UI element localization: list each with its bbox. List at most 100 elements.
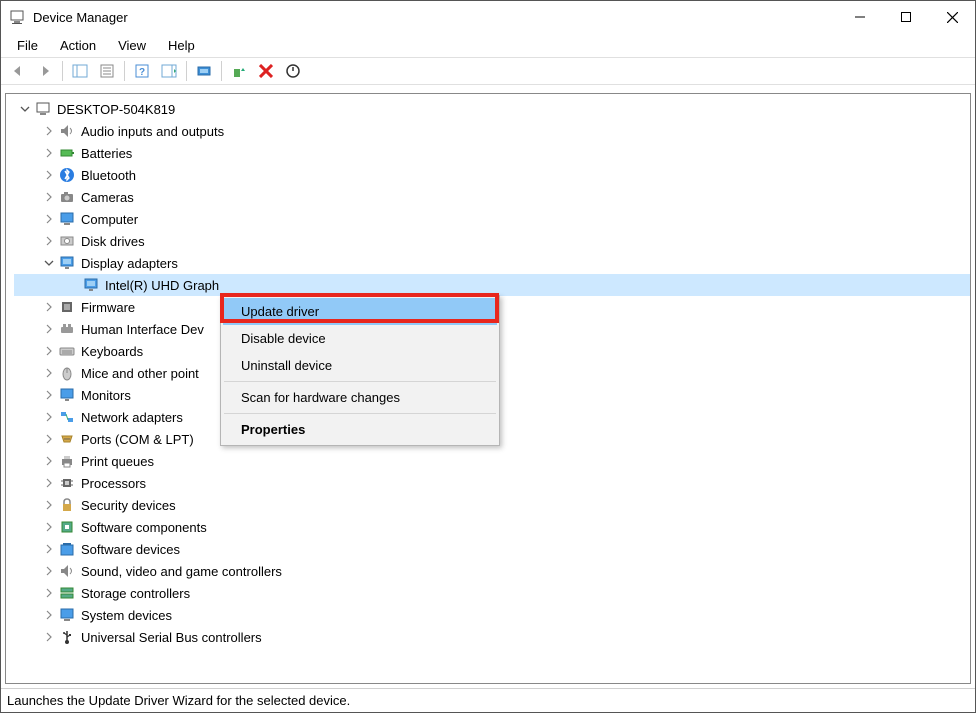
tree-category-batteries[interactable]: Batteries (14, 142, 970, 164)
chevron-right-icon[interactable] (42, 432, 56, 446)
tree-label: Human Interface Dev (81, 322, 204, 337)
tree-category-cameras[interactable]: Cameras (14, 186, 970, 208)
chevron-right-icon[interactable] (42, 344, 56, 358)
chevron-right-icon[interactable] (42, 168, 56, 182)
chevron-right-icon[interactable] (42, 564, 56, 578)
app-icon (9, 9, 25, 25)
tree-category-bluetooth[interactable]: Bluetooth (14, 164, 970, 186)
context-menu-scan-hardware[interactable]: Scan for hardware changes (223, 384, 497, 411)
context-menu-disable-device[interactable]: Disable device (223, 325, 497, 352)
context-menu-update-driver[interactable]: Update driver (223, 298, 497, 325)
chevron-right-icon[interactable] (42, 454, 56, 468)
camera-icon (58, 188, 76, 206)
chevron-right-icon[interactable] (42, 388, 56, 402)
menu-view[interactable]: View (108, 36, 156, 55)
chevron-down-icon[interactable] (42, 256, 56, 270)
tree-category-storage-controllers[interactable]: Storage controllers (14, 582, 970, 604)
tree-label: Bluetooth (81, 168, 136, 183)
toolbar-separator (186, 61, 187, 81)
status-text: Launches the Update Driver Wizard for th… (7, 693, 350, 708)
action-pane-button[interactable] (156, 59, 182, 83)
chevron-right-icon[interactable] (42, 630, 56, 644)
context-menu-separator (224, 413, 496, 414)
system-icon (58, 606, 76, 624)
show-hide-console-tree-button[interactable] (67, 59, 93, 83)
maximize-button[interactable] (883, 1, 929, 33)
tree-label: Software devices (81, 542, 180, 557)
back-button[interactable] (5, 59, 31, 83)
help-button[interactable]: ? (129, 59, 155, 83)
display-icon (82, 276, 100, 294)
chevron-right-icon[interactable] (42, 146, 56, 160)
tree-label: System devices (81, 608, 172, 623)
monitor-icon (58, 386, 76, 404)
tree-category-software-devices[interactable]: Software devices (14, 538, 970, 560)
chevron-right-icon[interactable] (42, 366, 56, 380)
tree-label: Storage controllers (81, 586, 190, 601)
tree-category-usb[interactable]: Universal Serial Bus controllers (14, 626, 970, 648)
tree-category-print-queues[interactable]: Print queues (14, 450, 970, 472)
chevron-right-icon[interactable] (42, 300, 56, 314)
chevron-down-icon[interactable] (18, 102, 32, 116)
tree-label: Batteries (81, 146, 132, 161)
chevron-right-icon[interactable] (42, 476, 56, 490)
context-menu-properties[interactable]: Properties (223, 416, 497, 443)
tree-label: Disk drives (81, 234, 145, 249)
chevron-right-icon[interactable] (42, 124, 56, 138)
tree-category-security[interactable]: Security devices (14, 494, 970, 516)
disable-button[interactable] (280, 59, 306, 83)
tree-category-display-adapters[interactable]: Display adapters (14, 252, 970, 274)
toolbar: ? (1, 57, 975, 85)
tree-label: Audio inputs and outputs (81, 124, 224, 139)
chevron-right-icon[interactable] (42, 212, 56, 226)
tree-label: Firmware (81, 300, 135, 315)
tree-category-sound[interactable]: Sound, video and game controllers (14, 560, 970, 582)
menu-action[interactable]: Action (50, 36, 106, 55)
chevron-right-icon[interactable] (42, 234, 56, 248)
context-menu-uninstall-device[interactable]: Uninstall device (223, 352, 497, 379)
tree-root[interactable]: DESKTOP-504K819 (14, 98, 970, 120)
window-controls (837, 1, 975, 33)
tree-category-processors[interactable]: Processors (14, 472, 970, 494)
minimize-button[interactable] (837, 1, 883, 33)
tree-label: Ports (COM & LPT) (81, 432, 194, 447)
tree-label: Keyboards (81, 344, 143, 359)
update-driver-button[interactable] (226, 59, 252, 83)
mouse-icon (58, 364, 76, 382)
forward-button[interactable] (32, 59, 58, 83)
component-icon (58, 518, 76, 536)
tree-category-system-devices[interactable]: System devices (14, 604, 970, 626)
chevron-right-icon[interactable] (42, 498, 56, 512)
tree-device-intel-uhd[interactable]: Intel(R) UHD Graph (14, 274, 970, 296)
chevron-right-icon[interactable] (42, 520, 56, 534)
tree-category-disk-drives[interactable]: Disk drives (14, 230, 970, 252)
title-bar: Device Manager (1, 1, 975, 33)
menu-help[interactable]: Help (158, 36, 205, 55)
tree-label: DESKTOP-504K819 (57, 102, 175, 117)
chevron-right-icon[interactable] (42, 322, 56, 336)
menu-file[interactable]: File (7, 36, 48, 55)
chevron-right-icon[interactable] (42, 586, 56, 600)
chevron-right-icon[interactable] (42, 608, 56, 622)
tree-label: Sound, video and game controllers (81, 564, 282, 579)
properties-button[interactable] (94, 59, 120, 83)
tree-label: Computer (81, 212, 138, 227)
toolbar-separator (124, 61, 125, 81)
hid-icon (58, 320, 76, 338)
tree-label: Cameras (81, 190, 134, 205)
uninstall-button[interactable] (253, 59, 279, 83)
tree-category-computer[interactable]: Computer (14, 208, 970, 230)
chevron-right-icon[interactable] (42, 410, 56, 424)
tree-label: Intel(R) UHD Graph (105, 278, 219, 293)
context-menu: Update driver Disable device Uninstall d… (220, 295, 500, 446)
window-title: Device Manager (33, 10, 837, 25)
tree-category-software-components[interactable]: Software components (14, 516, 970, 538)
chevron-right-icon[interactable] (42, 542, 56, 556)
chevron-right-icon[interactable] (42, 190, 56, 204)
tree-label: Network adapters (81, 410, 183, 425)
scan-hardware-button[interactable] (191, 59, 217, 83)
security-icon (58, 496, 76, 514)
close-button[interactable] (929, 1, 975, 33)
tree-category-audio[interactable]: Audio inputs and outputs (14, 120, 970, 142)
sound-icon (58, 562, 76, 580)
